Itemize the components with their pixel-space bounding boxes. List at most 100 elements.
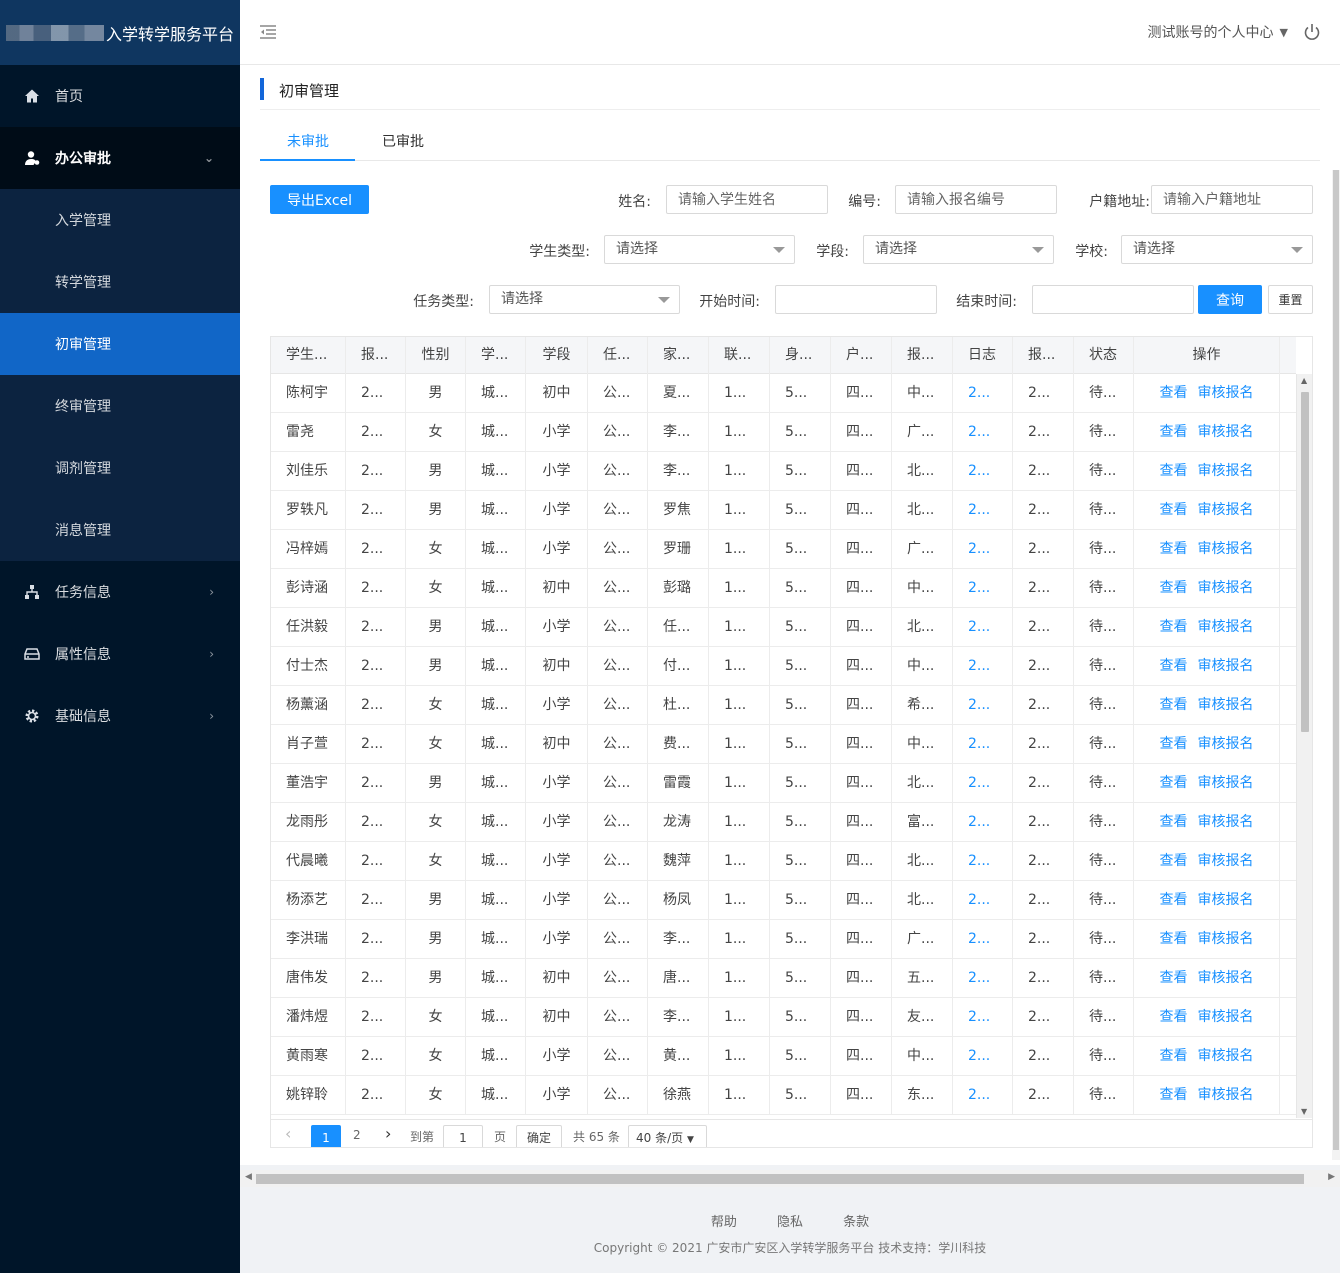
sidebar-item-office-approval[interactable]: 办公审批 ⌄	[0, 127, 240, 189]
registration-code-input[interactable]	[895, 185, 1057, 214]
review-registration-link[interactable]: 审核报名	[1198, 619, 1254, 635]
menu-collapse-icon[interactable]	[258, 22, 278, 42]
sidebar-item-attribute-info[interactable]: 属性信息 ›	[0, 623, 240, 685]
scrollbar-thumb[interactable]	[256, 1174, 1304, 1184]
view-link[interactable]: 查看	[1160, 970, 1188, 986]
page-2-button[interactable]: 2	[353, 1128, 361, 1142]
view-link[interactable]: 查看	[1160, 658, 1188, 674]
next-page-icon[interactable]: ›	[385, 1124, 391, 1143]
review-registration-link[interactable]: 审核报名	[1198, 892, 1254, 908]
view-link[interactable]: 查看	[1160, 385, 1188, 401]
log-link[interactable]: 2...	[953, 569, 1013, 607]
view-link[interactable]: 查看	[1160, 619, 1188, 635]
view-link[interactable]: 查看	[1160, 814, 1188, 830]
goto-page-input[interactable]: 1	[443, 1125, 483, 1147]
log-link[interactable]: 2...	[953, 530, 1013, 568]
log-link[interactable]: 2...	[953, 452, 1013, 490]
view-link[interactable]: 查看	[1160, 502, 1188, 518]
sidebar-subitem-enrollment[interactable]: 入学管理	[0, 189, 240, 251]
log-link[interactable]: 2...	[953, 842, 1013, 880]
review-registration-link[interactable]: 审核报名	[1198, 658, 1254, 674]
review-registration-link[interactable]: 审核报名	[1198, 580, 1254, 596]
view-link[interactable]: 查看	[1160, 775, 1188, 791]
view-link[interactable]: 查看	[1160, 1009, 1188, 1025]
task-type-select[interactable]: 请选择	[489, 285, 680, 314]
stage-select[interactable]: 请选择	[863, 235, 1054, 264]
scroll-down-icon[interactable]: ▼	[1301, 1107, 1307, 1116]
view-link[interactable]: 查看	[1160, 892, 1188, 908]
review-registration-link[interactable]: 审核报名	[1198, 424, 1254, 440]
view-link[interactable]: 查看	[1160, 541, 1188, 557]
sidebar-item-basic-info[interactable]: 基础信息 ›	[0, 685, 240, 747]
view-link[interactable]: 查看	[1160, 1087, 1188, 1103]
scroll-right-icon[interactable]: ▶	[1328, 1172, 1335, 1182]
log-link[interactable]: 2...	[953, 803, 1013, 841]
log-link[interactable]: 2...	[953, 647, 1013, 685]
sidebar-subitem-transfer[interactable]: 转学管理	[0, 251, 240, 313]
scroll-left-icon[interactable]: ◀	[245, 1172, 252, 1182]
end-time-input[interactable]	[1032, 285, 1194, 314]
footer-link-help[interactable]: 帮助	[711, 1215, 737, 1230]
prev-page-icon[interactable]: ‹	[285, 1124, 291, 1143]
review-registration-link[interactable]: 审核报名	[1198, 970, 1254, 986]
view-link[interactable]: 查看	[1160, 1048, 1188, 1064]
view-link[interactable]: 查看	[1160, 424, 1188, 440]
log-link[interactable]: 2...	[953, 413, 1013, 451]
review-registration-link[interactable]: 审核报名	[1198, 931, 1254, 947]
query-button[interactable]: 查询	[1198, 285, 1262, 314]
review-registration-link[interactable]: 审核报名	[1198, 1048, 1254, 1064]
school-select[interactable]: 请选择	[1121, 235, 1313, 264]
page-vertical-scrollbar[interactable]	[1332, 170, 1340, 1160]
goto-confirm-button[interactable]: 确定	[516, 1125, 562, 1147]
log-link[interactable]: 2...	[953, 686, 1013, 724]
review-registration-link[interactable]: 审核报名	[1198, 853, 1254, 869]
start-time-input[interactable]	[775, 285, 937, 314]
view-link[interactable]: 查看	[1160, 463, 1188, 479]
sidebar-subitem-adjustment[interactable]: 调剂管理	[0, 437, 240, 499]
scrollbar-thumb[interactable]	[1301, 392, 1309, 732]
log-link[interactable]: 2...	[953, 998, 1013, 1036]
page-size-select[interactable]: 40 条/页 ▼	[628, 1125, 707, 1147]
household-address-input[interactable]	[1151, 185, 1313, 214]
scrollbar-thumb[interactable]	[1333, 170, 1339, 1150]
review-registration-link[interactable]: 审核报名	[1198, 1009, 1254, 1025]
sidebar-item-task-info[interactable]: 任务信息 ›	[0, 561, 240, 623]
log-link[interactable]: 2...	[953, 1037, 1013, 1075]
log-link[interactable]: 2...	[953, 881, 1013, 919]
log-link[interactable]: 2...	[953, 374, 1013, 412]
footer-link-privacy[interactable]: 隐私	[777, 1215, 803, 1230]
power-icon[interactable]	[1302, 22, 1322, 42]
review-registration-link[interactable]: 审核报名	[1198, 775, 1254, 791]
user-center-dropdown[interactable]: 测试账号的个人中心 ▼	[1148, 22, 1288, 42]
student-name-input[interactable]	[666, 185, 828, 214]
view-link[interactable]: 查看	[1160, 736, 1188, 752]
review-registration-link[interactable]: 审核报名	[1198, 736, 1254, 752]
sidebar-item-home[interactable]: 首页	[0, 65, 240, 127]
export-excel-button[interactable]: 导出Excel	[270, 185, 369, 214]
footer-link-terms[interactable]: 条款	[843, 1215, 869, 1230]
tab-pending[interactable]: 未审批	[287, 131, 329, 151]
student-type-select[interactable]: 请选择	[604, 235, 795, 264]
review-registration-link[interactable]: 审核报名	[1198, 541, 1254, 557]
review-registration-link[interactable]: 审核报名	[1198, 697, 1254, 713]
log-link[interactable]: 2...	[953, 764, 1013, 802]
table-vertical-scrollbar[interactable]: ▲ ▼	[1296, 374, 1312, 1118]
log-link[interactable]: 2...	[953, 959, 1013, 997]
page-horizontal-scrollbar[interactable]: ◀ ▶	[240, 1170, 1340, 1187]
log-link[interactable]: 2...	[953, 1076, 1013, 1114]
tab-approved[interactable]: 已审批	[382, 131, 424, 151]
page-1-button[interactable]: 1	[311, 1125, 341, 1147]
review-registration-link[interactable]: 审核报名	[1198, 502, 1254, 518]
view-link[interactable]: 查看	[1160, 697, 1188, 713]
log-link[interactable]: 2...	[953, 608, 1013, 646]
view-link[interactable]: 查看	[1160, 931, 1188, 947]
sidebar-subitem-initial-review[interactable]: 初审管理	[0, 313, 240, 375]
review-registration-link[interactable]: 审核报名	[1198, 463, 1254, 479]
scroll-up-icon[interactable]: ▲	[1301, 376, 1307, 385]
review-registration-link[interactable]: 审核报名	[1198, 814, 1254, 830]
log-link[interactable]: 2...	[953, 920, 1013, 958]
reset-button[interactable]: 重置	[1268, 285, 1313, 314]
log-link[interactable]: 2...	[953, 725, 1013, 763]
sidebar-subitem-messages[interactable]: 消息管理	[0, 499, 240, 561]
log-link[interactable]: 2...	[953, 491, 1013, 529]
